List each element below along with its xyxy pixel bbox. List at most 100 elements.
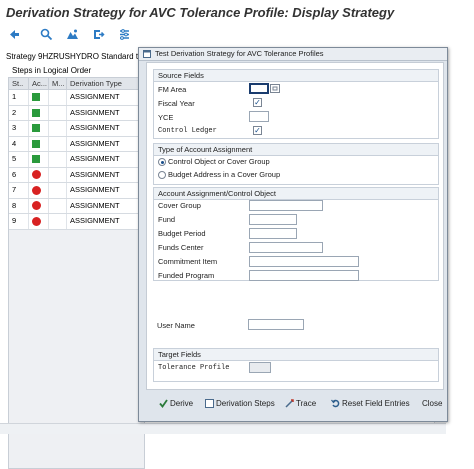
m-cell <box>49 167 67 182</box>
trace-button[interactable]: Trace <box>285 399 316 408</box>
m-cell <box>49 90 67 105</box>
undo-icon <box>331 400 340 408</box>
export-icon[interactable] <box>92 28 105 41</box>
cover-group-label: Cover Group <box>158 201 201 210</box>
active-status-cell <box>29 90 49 105</box>
value-help-icon[interactable] <box>270 84 280 93</box>
active-status-cell <box>29 214 49 229</box>
fm-area-input[interactable] <box>249 83 269 94</box>
active-status-cell <box>29 167 49 182</box>
active-status-icon <box>32 93 40 101</box>
dialog-title: Test Derivation Strategy for AVC Toleran… <box>155 49 324 58</box>
inactive-status-icon <box>32 216 41 226</box>
control-ledger-label: Control Ledger <box>158 127 217 135</box>
step-number: 1 <box>9 90 29 105</box>
trace-label: Trace <box>296 399 317 408</box>
window-title: Derivation Strategy for AVC Tolerance Pr… <box>6 5 395 20</box>
source-fields-group: Source Fields FM Area Fiscal Year ✓ YCE … <box>153 69 439 139</box>
budget-address-label[interactable]: Budget Address in a Cover Group <box>168 170 280 179</box>
column-header-derivation-type[interactable]: Derivation Type <box>67 78 144 89</box>
table-row[interactable]: 8 ASSIGNMENT <box>9 198 144 214</box>
table-row[interactable]: 7 ASSIGNMENT <box>9 183 144 199</box>
step-number: 5 <box>9 152 29 167</box>
table-row[interactable]: 6 ASSIGNMENT <box>9 167 144 183</box>
commitment-item-input[interactable] <box>249 256 359 267</box>
derive-button[interactable]: Derive <box>159 399 194 409</box>
fiscal-year-checkbox[interactable]: ✓ <box>253 98 262 107</box>
control-object-label[interactable]: Control Object or Cover Group <box>168 157 270 166</box>
funds-center-label: Funds Center <box>158 243 204 252</box>
table-row[interactable]: 3 ASSIGNMENT <box>9 121 144 137</box>
tree-icon[interactable] <box>66 28 79 41</box>
reset-label: Reset Field Entries <box>342 399 410 408</box>
active-status-icon <box>32 139 40 148</box>
yce-input[interactable] <box>249 111 269 122</box>
control-ledger-checkbox[interactable]: ✓ <box>253 126 262 135</box>
column-header-m[interactable]: M... <box>49 78 67 89</box>
column-header-step[interactable]: St.. <box>9 78 29 89</box>
budget-period-input[interactable] <box>249 228 297 239</box>
active-status-cell <box>29 136 49 151</box>
control-object-radio[interactable] <box>158 158 166 166</box>
derivation-type-cell: ASSIGNMENT <box>67 167 144 182</box>
m-cell <box>49 183 67 198</box>
step-number: 6 <box>9 167 29 182</box>
derivation-type-cell: ASSIGNMENT <box>67 136 144 151</box>
derivation-type-cell: ASSIGNMENT <box>67 152 144 167</box>
m-cell <box>49 198 67 213</box>
close-label: Close <box>422 399 443 408</box>
fm-area-label: FM Area <box>158 85 187 94</box>
funded-program-label: Funded Program <box>158 271 215 280</box>
inactive-status-icon <box>32 170 41 179</box>
step-number: 2 <box>9 105 29 120</box>
target-fields-group: Target Fields Tolerance Profile <box>153 348 439 382</box>
table-row[interactable]: 2 ASSIGNMENT <box>9 105 144 121</box>
tolerance-profile-label: Tolerance Profile <box>158 364 230 372</box>
derivation-type-cell: ASSIGNMENT <box>67 198 144 213</box>
funds-center-input[interactable] <box>249 242 323 253</box>
fiscal-year-label: Fiscal Year <box>158 99 195 108</box>
back-icon[interactable] <box>8 28 21 41</box>
derivation-type-cell: ASSIGNMENT <box>67 214 144 229</box>
derivation-steps-button[interactable]: Derivation Steps <box>205 399 275 409</box>
reset-field-entries-button[interactable]: Reset Field Entries <box>331 399 410 408</box>
budget-address-radio[interactable] <box>158 171 166 179</box>
horizontal-scrollbar[interactable] <box>0 423 446 434</box>
funded-program-input[interactable] <box>249 270 359 281</box>
title-bar: Derivation Strategy for AVC Tolerance Pr… <box>0 0 474 27</box>
active-status-cell <box>29 183 49 198</box>
derive-label: Derive <box>170 399 194 408</box>
test-derivation-dialog: Test Derivation Strategy for AVC Toleran… <box>138 47 448 422</box>
cover-group-input[interactable] <box>249 200 323 211</box>
table-row[interactable]: 1 ASSIGNMENT <box>9 90 144 106</box>
table-row[interactable]: 4 ASSIGNMENT <box>9 136 144 152</box>
account-object-header: Account Assignment/Control Object <box>154 188 438 200</box>
fund-input[interactable] <box>249 214 297 225</box>
steps-table-body: 1 ASSIGNMENT 2 ASSIGNMENT 3 ASSIGNMENT 4 ASSIGN… <box>9 90 144 230</box>
steps-title: Steps in Logical Order <box>12 66 92 75</box>
active-status-cell <box>29 121 49 136</box>
column-header-active[interactable]: Ac... <box>29 78 49 89</box>
m-cell <box>49 152 67 167</box>
close-button[interactable]: Close <box>422 399 442 408</box>
active-status-icon <box>32 108 40 117</box>
tolerance-profile-field <box>249 362 271 373</box>
steps-icon <box>205 399 214 409</box>
display-icon[interactable] <box>40 28 53 41</box>
target-fields-header: Target Fields <box>154 349 438 361</box>
derivation-type-cell: ASSIGNMENT <box>67 105 144 120</box>
yce-label: YCE <box>158 113 174 122</box>
account-type-header: Type of Account Assignment <box>154 144 438 156</box>
account-type-group: Type of Account Assignment Control Objec… <box>153 143 439 185</box>
step-number: 9 <box>9 214 29 229</box>
user-name-input[interactable] <box>248 319 304 330</box>
steps-table-header: St.. Ac... M... Derivation Type <box>9 78 144 90</box>
table-row[interactable]: 9 ASSIGNMENT <box>9 214 144 230</box>
active-status-icon <box>32 124 40 132</box>
derivation-type-cell: ASSIGNMENT <box>67 121 144 136</box>
active-status-cell <box>29 198 49 213</box>
table-row[interactable]: 5 ASSIGNMENT <box>9 152 144 168</box>
derivation-type-cell: ASSIGNMENT <box>67 183 144 198</box>
derivation-steps-label: Derivation Steps <box>216 399 275 408</box>
settings-icon[interactable] <box>118 28 131 41</box>
